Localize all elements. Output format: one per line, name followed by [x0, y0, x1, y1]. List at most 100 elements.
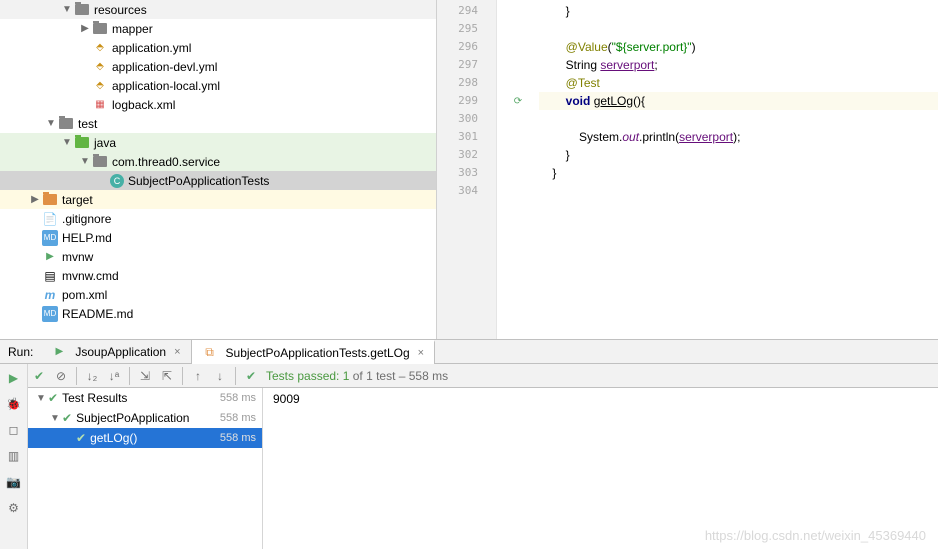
code-line [539, 182, 938, 200]
tree-item-logback-xml[interactable]: ▦logback.xml [0, 95, 436, 114]
tree-item-resources[interactable]: resources [0, 0, 436, 19]
debug-button[interactable]: 🐞 [4, 394, 24, 414]
test-method-node[interactable]: ✔ getLOg()558 ms [28, 428, 262, 448]
test-time: 558 ms [220, 432, 256, 444]
code-line [539, 110, 938, 128]
code-line: } [539, 146, 938, 164]
code-line [539, 20, 938, 38]
tree-label: pom.xml [62, 288, 107, 302]
up-icon[interactable]: ↑ [187, 365, 209, 387]
close-icon[interactable]: × [174, 346, 180, 358]
tree-item-mapper[interactable]: mapper [0, 19, 436, 38]
tree-label: .gitignore [62, 212, 111, 226]
tree-label: application.yml [112, 41, 191, 55]
console-output[interactable]: 9009 [263, 388, 938, 549]
tree-item-app-local-yml[interactable]: ⬘ application-local.yml [0, 76, 436, 95]
tree-item-test[interactable]: test [0, 114, 436, 133]
collapse-icon[interactable]: ⇱ [156, 365, 178, 387]
maven-icon: m [42, 287, 58, 303]
tests-passed: Tests passed: 1 [266, 369, 349, 383]
script-icon: ▶ [42, 249, 58, 265]
yml-icon: ⬘ [92, 40, 108, 56]
pass-check-icon: ✔ [240, 365, 262, 387]
tree-item-mvnw-cmd[interactable]: ▤mvnw.cmd [0, 266, 436, 285]
test-class-node[interactable]: ✔SubjectPoApplication558 ms [28, 408, 262, 428]
test-tree[interactable]: ✔Test Results558 ms ✔SubjectPoApplicatio… [28, 388, 263, 549]
close-icon[interactable]: × [418, 347, 424, 359]
down-icon[interactable]: ↓ [209, 365, 231, 387]
tree-label: mvnw [62, 250, 93, 264]
camera-icon[interactable]: 📷 [4, 472, 24, 492]
test-time: 558 ms [220, 392, 256, 404]
tree-label: target [62, 193, 93, 207]
layout-button[interactable]: ▥ [4, 446, 24, 466]
code-line: System.out.println(serverport); [539, 128, 938, 146]
filter-icon[interactable]: ⊘ [50, 365, 72, 387]
tree-label: application-local.yml [112, 79, 220, 93]
chevron-down-icon [34, 393, 48, 404]
tree-label: SubjectPoApplicationTests [128, 174, 269, 188]
line-number: 300 [437, 110, 496, 128]
line-number: 294 [437, 2, 496, 20]
run-left-toolbar: ▶ 🐞 ◻ ▥ 📷 ⚙ [0, 364, 28, 549]
yml-icon: ⬘ [92, 78, 108, 94]
test-label: getLOg() [90, 431, 220, 445]
code-line: void getLOg(){ [539, 92, 938, 110]
code-line: @Value("${server.port}") [539, 38, 938, 56]
test-results-node[interactable]: ✔ Test Results558 ms [28, 388, 262, 408]
tree-label: README.md [62, 307, 133, 321]
chevron-right-icon [28, 194, 42, 205]
line-number: 303 [437, 164, 496, 182]
run-icon: ▶ [51, 344, 67, 360]
tree-item-readme[interactable]: MDREADME.md [0, 304, 436, 323]
line-number: 304 [437, 182, 496, 200]
tree-item-package[interactable]: com.thread0.service [0, 152, 436, 171]
tree-item-gitignore[interactable]: 📄.gitignore [0, 209, 436, 228]
tree-label: mvnw.cmd [62, 269, 119, 283]
chevron-right-icon [78, 23, 92, 34]
tree-item-test-class[interactable]: C SubjectPoApplicationTests [0, 171, 436, 190]
code-line: } [539, 2, 938, 20]
tree-item-help[interactable]: MDHELP.md [0, 228, 436, 247]
tab-label: SubjectPoApplicationTests.getLOg [226, 346, 410, 360]
check-icon: ✔ [48, 391, 58, 405]
tree-label: com.thread0.service [112, 155, 220, 169]
test-folder-icon [75, 137, 89, 148]
check-icon: ✔ [76, 431, 86, 445]
code-area[interactable]: } @Value("${server.port}") String server… [539, 0, 938, 339]
expand-icon[interactable]: ⇲ [134, 365, 156, 387]
class-icon: C [110, 174, 124, 188]
line-number: 295 [437, 20, 496, 38]
tree-label: resources [94, 3, 147, 17]
check-icon[interactable]: ✔ [28, 365, 50, 387]
target-folder-icon [43, 194, 57, 205]
tree-label: logback.xml [112, 98, 175, 112]
output-line: 9009 [273, 392, 928, 406]
run-tab-jsoup[interactable]: ▶JsoupApplication× [41, 340, 191, 364]
tree-item-java[interactable]: java [0, 133, 436, 152]
sort-icon[interactable]: ↓₂ [81, 365, 103, 387]
project-tree[interactable]: resources mapper ⬘application.yml ⬘appli… [0, 0, 437, 339]
line-number: 302 [437, 146, 496, 164]
tree-item-mvnw[interactable]: ▶ mvnw [0, 247, 436, 266]
tree-label: test [78, 117, 97, 131]
yml-icon: ⬘ [92, 59, 108, 75]
stop-button[interactable]: ◻ [4, 420, 24, 440]
tree-label: java [94, 136, 116, 150]
run-button[interactable]: ▶ [4, 368, 24, 388]
run-gutter-icon[interactable]: ⟳ [497, 92, 539, 110]
tree-item-app-devl-yml[interactable]: ⬘application-devl.yml [0, 57, 436, 76]
sort-alpha-icon[interactable]: ↓ᵃ [103, 365, 125, 387]
run-tabs: Run: ▶JsoupApplication× ⧉SubjectPoApplic… [0, 340, 938, 364]
code-editor[interactable]: 294 295 296 297 298 299 300 301 302 303 … [437, 0, 938, 339]
line-gutter: 294 295 296 297 298 299 300 301 302 303 … [437, 0, 497, 339]
tree-item-target[interactable]: target [0, 190, 436, 209]
tree-label: mapper [112, 22, 153, 36]
tree-item-app-yml[interactable]: ⬘ application.yml [0, 38, 436, 57]
test-label: Test Results [62, 391, 220, 405]
folder-icon [75, 4, 89, 15]
tests-passed-suffix: of 1 test – 558 ms [349, 369, 448, 383]
run-tab-tests[interactable]: ⧉SubjectPoApplicationTests.getLOg× [192, 340, 436, 364]
tree-item-pom[interactable]: m pom.xml [0, 285, 436, 304]
settings-icon[interactable]: ⚙ [4, 498, 24, 518]
